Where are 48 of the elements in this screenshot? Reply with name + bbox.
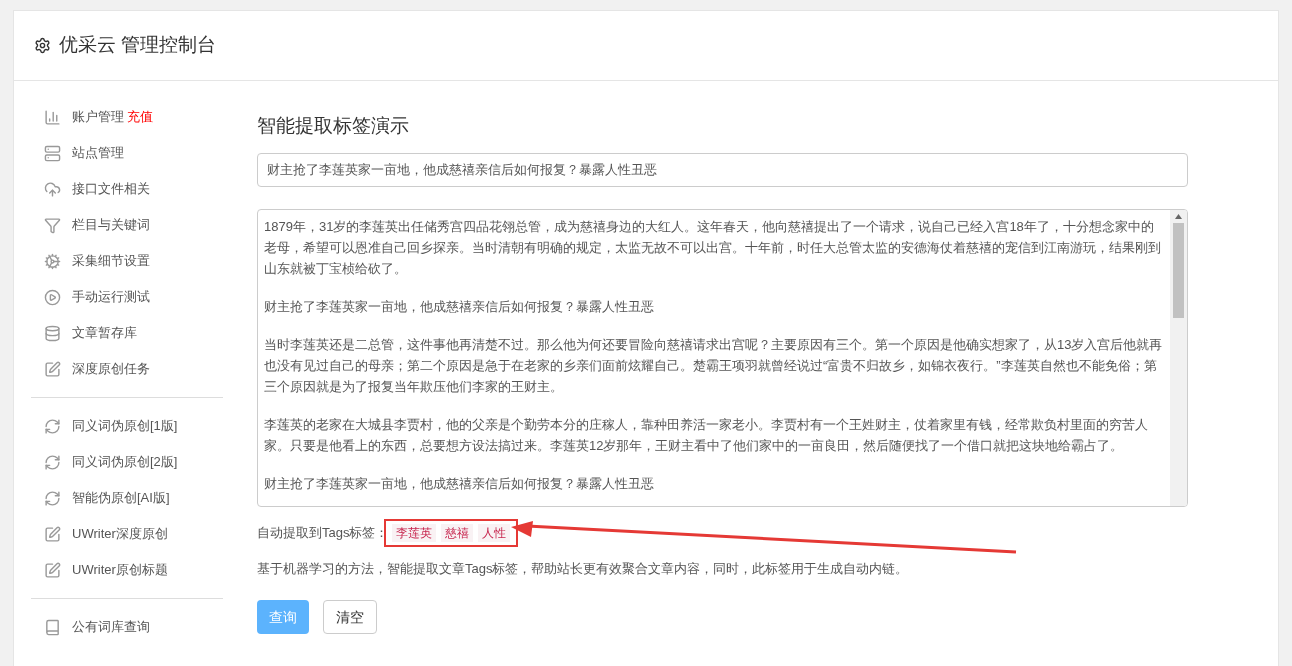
- sidebar-item[interactable]: 同义词伪原创[2版]: [72, 452, 178, 472]
- bar-chart-icon: [44, 108, 61, 126]
- content-paragraph: 财主抢了李莲英家一亩地，他成慈禧亲信后如何报复？暴露人性丑恶: [264, 474, 655, 493]
- refresh-icon: [44, 453, 61, 471]
- sidebar-item[interactable]: 账户管理: [72, 107, 124, 127]
- edit-icon: [44, 360, 61, 378]
- refresh-icon: [44, 417, 61, 435]
- tags-label: 自动提取到Tags标签：: [257, 523, 389, 542]
- scrollbar-thumb[interactable]: [1173, 222, 1184, 318]
- section-heading: 智能提取标签演示: [257, 114, 410, 138]
- refresh-icon: [44, 489, 61, 507]
- server-icon: [44, 144, 61, 162]
- content-paragraph: 财主抢了李莲英家一亩地，他成慈禧亲信后如何报复？暴露人性丑恶: [264, 297, 655, 316]
- sidebar-item[interactable]: UWriter原创标题: [72, 560, 168, 580]
- content-paragraph: 1879年，31岁的李莲英出任储秀宫四品花翎总管，成为慈禧身边的大红人。这年春天，他向慈禧提出了一个请求，说自己已经入宫18年了，十分想念家中的老母，希望可以恩准自己回乡探亲。当时清朝有明确的规定，太监无故不可以出宫。十年前，时任大总管太监的安德海仗着慈禧的宠信到江南游玩，结果刚到山东就被丁宝桢给砍了。: [264, 217, 1162, 278]
- title-field[interactable]: 财主抢了李莲英家一亩地，他成慈禧亲信后如何报复？暴露人性丑恶: [257, 152, 1188, 187]
- sidebar-item[interactable]: 公有词库查询: [72, 617, 150, 637]
- content-paragraph: 李莲英的老家在大城县李贾村，他的父亲是个勤劳本分的庄稼人，靠种田养活一家老小。李贾村有一个王姓财主，仗着家里有钱，经常欺负村里面的穷苦人家。只要是他看上的东西，总要想方设法搞过来。李莲英12岁那年，王财主看中了他们家中的一亩良田，然后随便找了一个借口就把这块地给霸占了。: [264, 415, 1149, 455]
- content-paragraph: 当时李莲英还是二总管，这件事他再清楚不过。那么他为何还要冒险向慈禧请求出宫呢？主要原因有三个。第一个原因是他确实想家了，从13岁入宫后他就再也没有见过自己的母亲；第二个原因是急于在老家的乡亲们面前炫耀自己。楚霸王项羽就曾经说过“富贵不归故乡，如锦衣夜行。”李莲英自然也不能免俗；第三个原因就是为了报复当年欺压他们李家的王财主。: [264, 335, 1164, 396]
- content-textarea[interactable]: [257, 208, 1188, 507]
- sidebar-item[interactable]: 手动运行测试: [72, 287, 150, 307]
- scrollbar[interactable]: [1170, 209, 1187, 506]
- tag: 慈禧: [441, 523, 474, 542]
- play-icon: [44, 288, 61, 306]
- sidebar-item[interactable]: 文章暂存库: [72, 323, 137, 343]
- sidebar-item[interactable]: UWriter深度原创: [72, 524, 168, 544]
- recharge-link[interactable]: 充值: [127, 107, 153, 127]
- filter-icon: [44, 216, 61, 234]
- sidebar-item[interactable]: 栏目与关键词: [72, 215, 150, 235]
- sidebar-item[interactable]: 深度原创任务: [72, 359, 150, 379]
- sidebar-item[interactable]: 站点管理: [72, 143, 124, 163]
- settings-icon: [34, 37, 51, 54]
- description-text: 基于机器学习的方法，智能提取文章Tags标签，帮助站长更有效聚合文章内容，同时，此标签用于生成自动内链。: [257, 559, 910, 578]
- database-icon: [44, 324, 61, 342]
- scroll-up-icon[interactable]: [1175, 213, 1182, 219]
- console-title: 优采云 管理控制台: [59, 33, 217, 58]
- gears-icon: [44, 252, 61, 270]
- sidebar-item[interactable]: 接口文件相关: [72, 179, 150, 199]
- tag: 人性: [478, 523, 511, 542]
- sidebar-item[interactable]: 同义词伪原创[1版]: [72, 416, 178, 436]
- tag: 李莲英: [392, 523, 437, 542]
- cloud-upload-icon: [44, 180, 61, 198]
- book-icon: [44, 618, 61, 636]
- clear-button[interactable]: 清空: [323, 600, 377, 634]
- edit-icon: [44, 561, 61, 579]
- sidebar-item[interactable]: 采集细节设置: [72, 251, 150, 271]
- edit-icon: [44, 525, 61, 543]
- sidebar-item[interactable]: 智能伪原创[AI版]: [72, 488, 170, 508]
